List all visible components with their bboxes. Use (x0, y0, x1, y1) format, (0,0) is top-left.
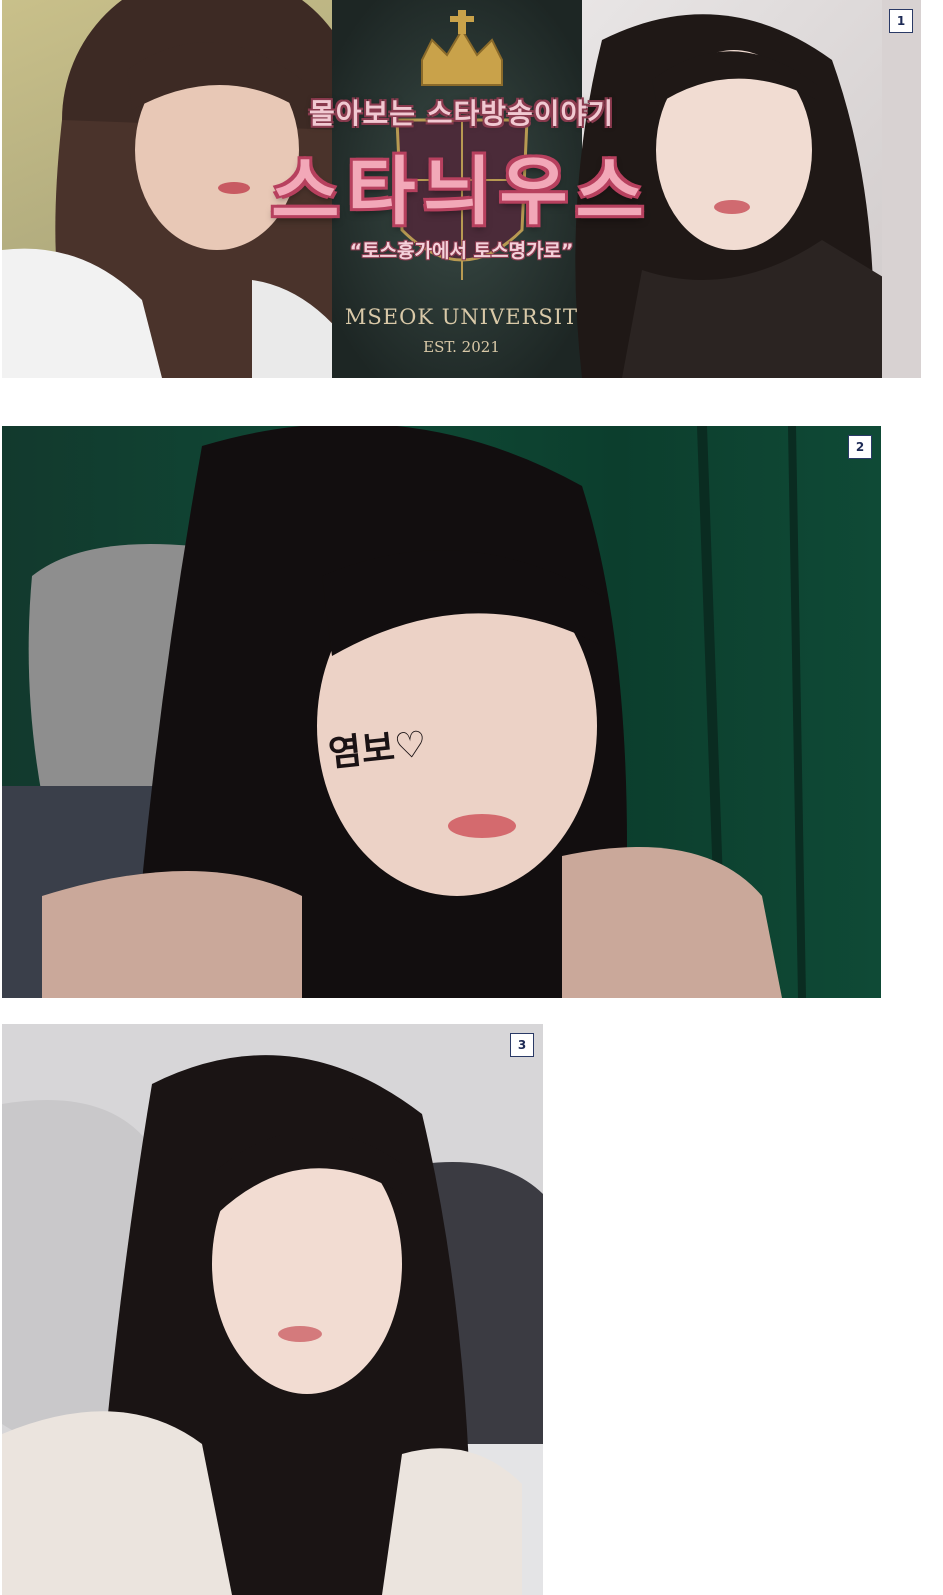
banner-title: 스타늬우스 (271, 149, 652, 235)
selfie-scene (2, 1024, 543, 1595)
photo-banner: 몰아보는 스타방송이야기 스타늬우스 “토스흉가에서 토스명가로” MSEOK … (2, 0, 921, 378)
image-index-badge: 3 (510, 1033, 534, 1057)
crest-est-text: EST. 2021 (423, 338, 500, 356)
stream-scene (2, 426, 881, 998)
photo-selfie: 3 (2, 1024, 543, 1595)
crest-university-text: MSEOK UNIVERSIT (344, 305, 579, 329)
image-index-badge: 2 (848, 435, 872, 459)
banner-quote: “토스흉가에서 토스명가로” (349, 240, 574, 262)
photo-stream: 염보♡ 2 (2, 426, 881, 998)
banner-subtitle: 몰아보는 스타방송이야기 (308, 97, 615, 130)
cheek-drawing-text: 염보♡ (326, 723, 429, 776)
image-index-badge: 1 (889, 9, 913, 33)
